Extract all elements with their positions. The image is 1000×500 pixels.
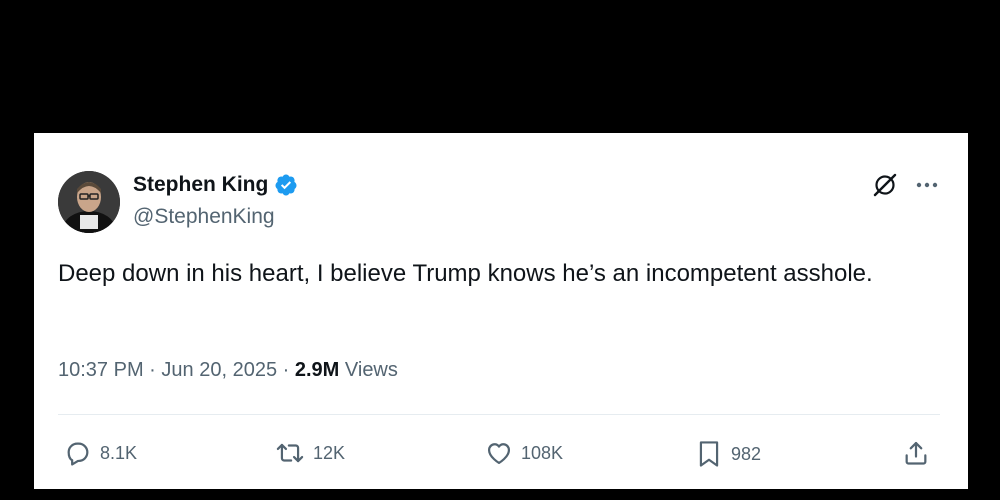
like-count: 108K	[521, 442, 564, 463]
tweet-text: Deep down in his heart, I believe Trump …	[58, 260, 873, 287]
tweet-card: Stephen King @StephenKing Deep down in h…	[34, 133, 968, 489]
avatar-image	[58, 171, 120, 233]
share-button[interactable]	[902, 439, 930, 467]
meta-separator: ·	[282, 359, 290, 381]
tweet-date[interactable]: Jun 20, 2025	[161, 359, 277, 381]
author-handle[interactable]: @StephenKing	[133, 205, 275, 229]
author-name-row: Stephen King	[133, 173, 298, 197]
retweet-count: 12K	[313, 442, 346, 463]
views-count: 2.9M	[294, 359, 340, 381]
more-icon[interactable]	[914, 174, 940, 196]
avatar[interactable]	[58, 171, 120, 233]
share-icon	[905, 441, 927, 465]
tweet-time[interactable]: 10:37 PM	[58, 359, 144, 381]
reply-button[interactable]: 8.1K	[64, 439, 137, 467]
bookmark-icon	[699, 441, 719, 467]
views-label: Views	[344, 359, 398, 381]
divider	[58, 414, 940, 415]
bookmark-button[interactable]: 982	[695, 439, 761, 469]
grok-icon[interactable]	[872, 172, 898, 198]
like-button[interactable]: 108K	[485, 439, 563, 467]
bookmark-count: 982	[731, 443, 762, 464]
reply-count: 8.1K	[100, 442, 138, 463]
retweet-icon	[276, 443, 304, 463]
meta-separator: ·	[149, 359, 156, 381]
reply-icon	[67, 442, 89, 466]
author-display-name[interactable]: Stephen King	[133, 173, 268, 197]
retweet-button[interactable]: 12K	[275, 439, 345, 467]
verified-badge-icon	[274, 173, 298, 197]
heart-icon	[487, 443, 511, 465]
tweet-meta: 10:37 PM · Jun 20, 2025 · 2.9M Views	[58, 359, 398, 382]
